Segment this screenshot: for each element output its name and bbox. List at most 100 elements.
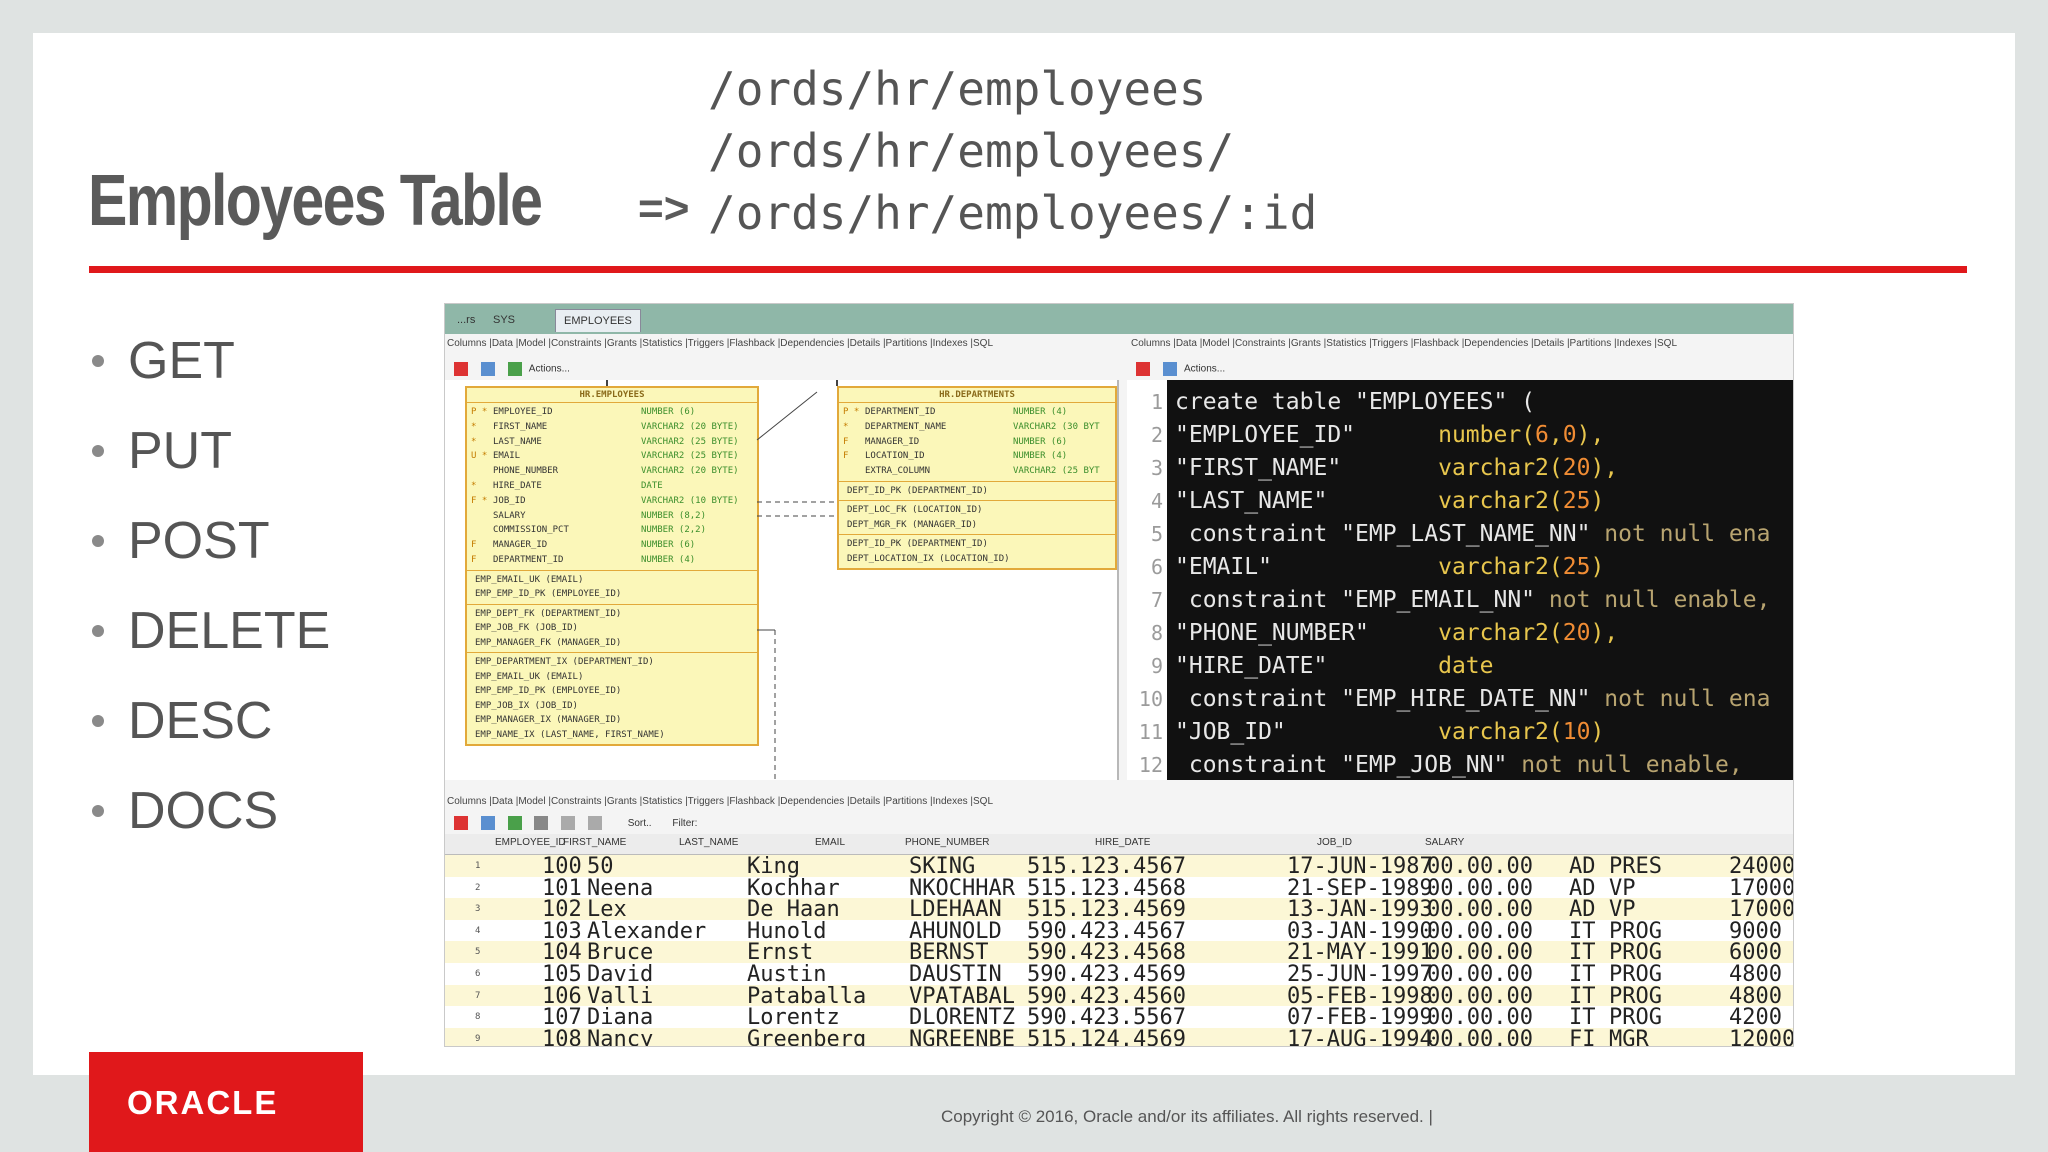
bullet-icon [92, 535, 104, 547]
line-number: 5 [1127, 518, 1167, 550]
code-token: varchar2( [1438, 455, 1563, 481]
actions-menu[interactable]: Actions... [529, 364, 570, 375]
bullet-item: DOCS [90, 780, 330, 870]
code-token: "PHONE_NUMBER" [1175, 620, 1439, 646]
line-number: 8 [1127, 617, 1167, 649]
row-number: 5 [475, 947, 481, 958]
code-text: "FIRST_NAME" varchar2(20), [1167, 455, 1618, 481]
bullet-label: DOCS [128, 782, 279, 840]
code-token: date [1438, 653, 1494, 679]
code-token: ) [1590, 488, 1605, 514]
table-row: 5 104 Bruce Ernst BERNST 590.423.4568 21-MAY-1… [445, 940, 1793, 965]
code-token: "FIRST_NAME" [1175, 455, 1439, 481]
object-subtabs-left[interactable]: Columns |Data |Model |Constraints |Grant… [447, 338, 993, 356]
slide-title: Employees Table [88, 161, 543, 241]
bullet-icon [92, 445, 104, 457]
row-number: 6 [475, 969, 481, 979]
code-text: constraint "EMP_JOB_NN" not null enable, [1167, 752, 1743, 778]
code-token: varchar2( [1438, 554, 1563, 580]
refresh-icon[interactable] [507, 362, 522, 376]
code-token: 25 [1562, 488, 1591, 514]
insert-row-icon[interactable] [507, 816, 522, 830]
code-token: "EMAIL" [1175, 554, 1439, 580]
code-token: 0 [1562, 422, 1577, 448]
code-text: constraint "EMP_EMAIL_NN" not null enabl… [1167, 587, 1771, 613]
bullet-label: POST [128, 512, 270, 570]
commit-icon[interactable] [561, 816, 576, 830]
bullet-label: PUT [128, 422, 232, 480]
code-token: varchar2( [1438, 488, 1563, 514]
copyright-footer: Copyright © 2016, Oracle and/or its affi… [941, 1107, 1433, 1126]
line-number: 12 [1127, 749, 1167, 780]
table-row: 6 105 David Austin DAUSTIN 590.423.4569 25-JUN… [445, 962, 1793, 987]
code-token: not null ena [1604, 521, 1771, 547]
code-line: 8 "PHONE_NUMBER" varchar2(20), [1127, 617, 1793, 649]
line-number: 9 [1127, 650, 1167, 682]
ddl-code-editor[interactable]: 1 create table "EMPLOYEES" (2 "EMPLOYEE_ID… [1127, 380, 1793, 780]
code-token: "LAST_NAME" [1175, 488, 1439, 514]
grid-column-header: LAST_NAME [679, 837, 739, 848]
table-cell: 108 [542, 1026, 582, 1047]
save-icon[interactable] [480, 362, 495, 376]
tab-employees[interactable]: EMPLOYEES [555, 309, 641, 332]
data-grid[interactable]: EMPLOYEE_ID FIRST_NAME LAST_NAME EMAIL PHONE… [445, 834, 1793, 1046]
table-cell: 17-AUG-1994 [1287, 1026, 1433, 1047]
save-icon[interactable] [480, 816, 495, 830]
code-token: ) [1590, 554, 1605, 580]
code-token: varchar2( [1438, 719, 1563, 745]
code-token: 20 [1562, 620, 1591, 646]
code-line: 4 "LAST_NAME" varchar2(25) [1127, 485, 1793, 517]
grid-column-header: HIRE_DATE [1095, 837, 1151, 848]
table-cell: 00.00.00 [1427, 1026, 1533, 1047]
table-cell: FI [1569, 1026, 1596, 1047]
pin-icon[interactable] [1136, 362, 1150, 376]
bullet-icon [92, 355, 104, 367]
tab-sys[interactable]: SYS [485, 309, 523, 331]
code-token: constraint "EMP_LAST_NAME_NN" [1175, 521, 1605, 547]
object-subtabs-right[interactable]: Columns |Data |Model |Constraints |Grant… [1131, 338, 1677, 356]
line-number: 11 [1127, 716, 1167, 748]
bullet-item: POST [90, 510, 330, 600]
actions-menu[interactable]: Actions... [1184, 364, 1225, 375]
table-row: 8 107 Diana Lorentz DLORENTZ 590.423.5567 07-F… [445, 1005, 1793, 1030]
code-line: 9 "HIRE_DATE" date [1127, 650, 1793, 682]
code-text: constraint "EMP_LAST_NAME_NN" not null e… [1167, 521, 1771, 547]
pin-icon[interactable] [454, 816, 468, 830]
code-token: 20 [1562, 455, 1591, 481]
sort-button[interactable]: Sort.. [628, 818, 652, 829]
code-token: "JOB_ID" [1175, 719, 1439, 745]
bullet-label: GET [128, 332, 235, 390]
data-toolbar: Sort.. Filter: [449, 812, 697, 834]
code-token: constraint "EMP_HIRE_DATE_NN" [1175, 686, 1605, 712]
line-number: 4 [1127, 485, 1167, 517]
table-row: 9 108 Nancy Greenberg NGREENBE 515.124.4569 17… [445, 1026, 1794, 1047]
grid-column-header: EMPLOYEE_ID [495, 837, 566, 848]
pin-icon[interactable] [454, 362, 468, 376]
oracle-logo: ORACLE [89, 1052, 363, 1152]
rollback-icon[interactable] [587, 816, 602, 830]
row-number: 2 [475, 882, 481, 893]
code-token: ) [1590, 719, 1605, 745]
grid-column-header: SALARY [1425, 837, 1465, 848]
grid-column-header: EMAIL [815, 837, 846, 848]
table-cell: Nancy [587, 1026, 654, 1047]
endpoint-paths: /ords/hr/employees /ords/hr/employees/ /… [708, 58, 1317, 244]
endpoint-path: /ords/hr/employees/:id [708, 186, 1318, 240]
delete-row-icon[interactable] [534, 816, 549, 830]
line-number: 3 [1127, 452, 1167, 484]
table-row: 1 100 50 King SKING 515.123.4567 17-JUN-1987 00… [445, 854, 1793, 879]
model-toolbar: Actions... [449, 358, 570, 380]
table-cell: 515.124.4569 [1027, 1026, 1186, 1047]
tab-rs[interactable]: ...rs [449, 309, 483, 331]
code-text: "EMPLOYEE_ID" number(6,0), [1167, 422, 1604, 448]
line-number: 7 [1127, 584, 1167, 616]
code-token: varchar2( [1438, 620, 1563, 646]
grid-column-header: FIRST_NAME [563, 837, 627, 848]
save-icon[interactable] [1162, 362, 1177, 376]
code-token: create table "EMPLOYEES" ( [1175, 389, 1536, 415]
title-divider [89, 266, 1967, 273]
code-token: not null ena [1604, 686, 1771, 712]
table-cell: 12000 [1729, 1026, 1794, 1047]
code-token: constraint "EMP_JOB_NN" [1175, 752, 1522, 778]
table-cell: Greenberg [747, 1026, 867, 1047]
